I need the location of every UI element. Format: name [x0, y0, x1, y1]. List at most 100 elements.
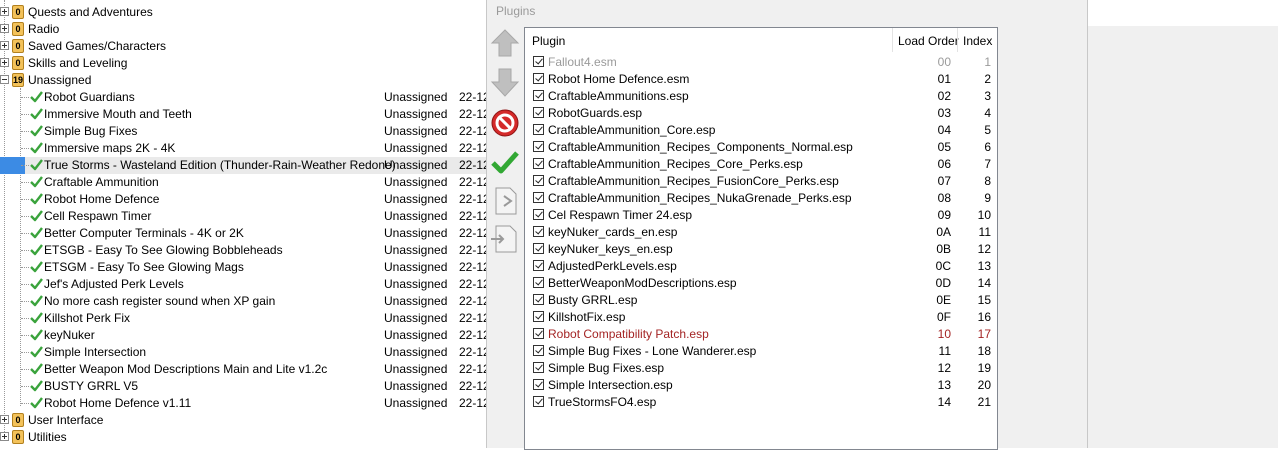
enabled-checkmark-icon[interactable] [29, 192, 43, 206]
plugin-index: 13 [977, 259, 991, 273]
plugin-row[interactable]: keyNuker_keys_en.esp 0B 12 [525, 241, 997, 258]
plugin-row[interactable]: CraftableAmmunition_Core.esp 04 5 [525, 122, 997, 139]
enabled-checkmark-icon[interactable] [29, 260, 43, 274]
enabled-checkmark-icon[interactable] [29, 158, 43, 172]
enabled-checkmark-icon[interactable] [29, 311, 43, 325]
expand-icon[interactable] [0, 415, 9, 424]
plugin-name: Simple Intersection.esp [548, 378, 673, 392]
plugin-row[interactable]: CraftableAmmunition_Recipes_Core_Perks.e… [525, 156, 997, 173]
mod-name: Robot Home Defence v1.11 [44, 396, 192, 410]
column-separator[interactable] [957, 28, 958, 52]
move-down-button[interactable] [487, 66, 523, 100]
mod-category: Unassigned [384, 379, 448, 393]
enabled-checkmark-icon[interactable] [29, 90, 43, 104]
mod-name: keyNuker [44, 328, 95, 342]
column-header-plugin[interactable]: Plugin [532, 34, 565, 48]
enabled-checkmark-icon[interactable] [29, 209, 43, 223]
plugin-row[interactable]: BetterWeaponModDescriptions.esp 0D 14 [525, 275, 997, 292]
plugin-index: 11 [978, 225, 991, 239]
move-up-button[interactable] [487, 26, 523, 60]
plugin-row[interactable]: CraftableAmmunition_Recipes_Components_N… [525, 139, 997, 156]
plugin-row[interactable]: keyNuker_cards_en.esp 0A 11 [525, 224, 997, 241]
mod-category: Unassigned [384, 260, 448, 274]
disable-all-button[interactable] [487, 106, 523, 140]
enabled-checkmark-icon[interactable] [29, 294, 43, 308]
mod-count-badge: 0 [12, 5, 24, 19]
plugin-row[interactable]: CraftableAmmunition_Recipes_FusionCore_P… [525, 173, 997, 190]
enabled-checkmark-icon[interactable] [29, 328, 43, 342]
plugin-checkbox[interactable] [533, 243, 544, 254]
plugin-row[interactable]: Cel Respawn Timer 24.esp 09 10 [525, 207, 997, 224]
column-separator[interactable] [892, 28, 893, 52]
plugin-row[interactable]: KillshotFix.esp 0F 16 [525, 309, 997, 326]
plugin-row[interactable]: TrueStormsFO4.esp 14 21 [525, 394, 997, 411]
plugin-checkbox[interactable] [533, 362, 544, 373]
export-icon [495, 187, 517, 215]
expand-icon[interactable] [0, 7, 9, 16]
expand-icon[interactable] [0, 432, 9, 441]
column-header-index[interactable]: Index [963, 34, 992, 48]
tree-connector [21, 165, 29, 166]
plugin-checkbox[interactable] [533, 294, 544, 305]
plugin-checkbox[interactable] [533, 90, 544, 101]
plugin-checkbox[interactable] [533, 379, 544, 390]
plugin-row[interactable]: Simple Intersection.esp 13 20 [525, 377, 997, 394]
plugin-row[interactable]: Simple Bug Fixes.esp 12 19 [525, 360, 997, 377]
mod-count-badge: 0 [12, 430, 24, 444]
enabled-checkmark-icon[interactable] [29, 277, 43, 291]
plugin-checkbox[interactable] [533, 328, 544, 339]
plugin-checkbox[interactable] [533, 345, 544, 356]
plugin-row[interactable]: Busty GRRL.esp 0E 15 [525, 292, 997, 309]
plugin-checkbox[interactable] [533, 56, 544, 67]
plugin-load-order: 07 [937, 174, 951, 188]
mod-count-badge: 0 [12, 56, 24, 70]
plugin-checkbox[interactable] [533, 396, 544, 407]
category-label: Unassigned [28, 73, 92, 87]
plugin-checkbox[interactable] [533, 209, 544, 220]
plugin-row[interactable]: CraftableAmmunition_Recipes_NukaGrenade_… [525, 190, 997, 207]
expand-icon[interactable] [0, 24, 9, 33]
plugin-checkbox[interactable] [533, 175, 544, 186]
enabled-checkmark-icon[interactable] [29, 396, 43, 410]
enabled-checkmark-icon[interactable] [29, 226, 43, 240]
enabled-checkmark-icon[interactable] [29, 175, 43, 189]
plugin-checkbox[interactable] [533, 73, 544, 84]
plugin-row[interactable]: CraftableAmmunitions.esp 02 3 [525, 88, 997, 105]
import-icon [491, 225, 517, 253]
plugin-row[interactable]: Fallout4.esm 00 1 [525, 54, 997, 71]
plugin-name: CraftableAmmunition_Recipes_FusionCore_P… [548, 174, 839, 188]
plugin-checkbox[interactable] [533, 226, 544, 237]
plugin-checkbox[interactable] [533, 124, 544, 135]
plugin-name: RobotGuards.esp [548, 106, 643, 120]
enabled-checkmark-icon[interactable] [29, 124, 43, 138]
expand-icon[interactable] [0, 41, 9, 50]
expand-icon[interactable] [0, 58, 9, 67]
plugin-checkbox[interactable] [533, 141, 544, 152]
plugin-checkbox[interactable] [533, 260, 544, 271]
plugin-row[interactable]: Robot Compatibility Patch.esp 10 17 [525, 326, 997, 343]
plugin-list[interactable]: Plugin Load Order Index Fallout4.esm 00 1 R… [524, 27, 998, 450]
tree-connector [21, 352, 29, 353]
collapse-icon[interactable] [0, 75, 9, 84]
column-header-load-order[interactable]: Load Order [898, 34, 959, 48]
plugin-row[interactable]: Robot Home Defence.esm 01 2 [525, 71, 997, 88]
plugin-checkbox[interactable] [533, 192, 544, 203]
plugin-checkbox[interactable] [533, 311, 544, 322]
plugin-row[interactable]: RobotGuards.esp 03 4 [525, 105, 997, 122]
enabled-checkmark-icon[interactable] [29, 141, 43, 155]
plugin-checkbox[interactable] [533, 158, 544, 169]
enabled-checkmark-icon[interactable] [29, 345, 43, 359]
plugin-checkbox[interactable] [533, 107, 544, 118]
plugin-load-order: 04 [937, 123, 951, 137]
plugin-checkbox[interactable] [533, 277, 544, 288]
plugin-row[interactable]: Simple Bug Fixes - Lone Wanderer.esp 11 18 [525, 343, 997, 360]
enabled-checkmark-icon[interactable] [29, 107, 43, 121]
plugin-row[interactable]: AdjustedPerkLevels.esp 0C 13 [525, 258, 997, 275]
plugin-name: Simple Bug Fixes - Lone Wanderer.esp [548, 344, 757, 358]
enabled-checkmark-icon[interactable] [29, 379, 43, 393]
enabled-checkmark-icon[interactable] [29, 362, 43, 376]
export-button[interactable] [487, 184, 523, 218]
import-button[interactable] [487, 222, 523, 256]
enable-all-button[interactable] [487, 145, 523, 179]
enabled-checkmark-icon[interactable] [29, 243, 43, 257]
